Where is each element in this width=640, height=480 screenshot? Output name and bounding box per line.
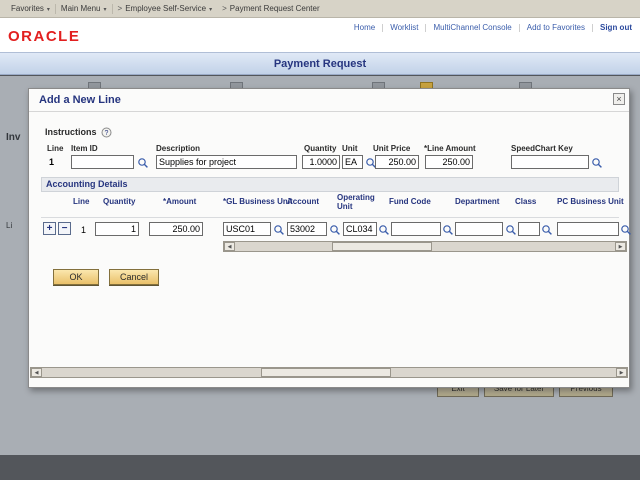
scroll-right-icon[interactable] — [615, 242, 626, 251]
col-quantity: Quantity — [103, 197, 136, 206]
row-department-field[interactable] — [455, 222, 503, 236]
department-lookup-icon[interactable] — [505, 223, 517, 235]
col-amount: *Amount — [163, 197, 197, 206]
speedchart-key-label: SpeedChart Key — [511, 144, 573, 153]
class-lookup-icon[interactable] — [541, 223, 553, 235]
description-label: Description — [156, 144, 201, 153]
background-partial-text: Inv — [6, 132, 21, 143]
worklist-link[interactable]: Worklist — [390, 23, 418, 32]
breadcrumb-separator — [118, 4, 123, 13]
row-operating-unit-field[interactable] — [343, 222, 377, 236]
link-divider — [592, 23, 593, 32]
line-label: Line — [47, 144, 64, 153]
accounting-details-header: Accounting Details — [41, 177, 619, 192]
item-id-label: Item ID — [71, 144, 98, 153]
modal-title-divider — [29, 111, 629, 112]
pc-business-unit-lookup-icon[interactable] — [620, 223, 632, 235]
operating-unit-lookup-icon[interactable] — [378, 223, 390, 235]
col-class: Class — [515, 197, 537, 206]
breadcrumb-favorites[interactable]: Favorites — [6, 4, 55, 13]
unit-label: Unit — [342, 144, 358, 153]
col-department: Department — [455, 197, 500, 206]
scroll-right-icon[interactable] — [616, 368, 627, 377]
speedchart-lookup-icon[interactable] — [591, 156, 603, 168]
row-class-field[interactable] — [518, 222, 540, 236]
breadcrumb-separator — [222, 4, 227, 13]
link-divider — [382, 23, 384, 32]
add-new-line-modal: Add a New Line × Instructions ? Line Ite… — [28, 88, 632, 388]
row-account-field[interactable] — [287, 222, 327, 236]
row-line-number: 1 — [81, 225, 87, 235]
page-title: Payment Request — [273, 58, 367, 70]
col-gl-business-unit: *GL Business Unit — [223, 197, 293, 206]
scroll-left-icon[interactable] — [224, 242, 235, 251]
breadcrumb-payment-request-center[interactable]: Payment Request Center — [217, 4, 325, 13]
breadcrumb-bar: Favorites Main Menu Employee Self-Servic… — [0, 0, 640, 18]
col-account: Account — [287, 197, 319, 206]
add-to-favorites-link[interactable]: Add to Favorites — [527, 23, 585, 32]
modal-title: Add a New Line — [39, 94, 121, 106]
row-amount-field[interactable] — [149, 222, 203, 236]
oracle-logo: ORACLE — [8, 28, 81, 45]
sign-out-link[interactable]: Sign out — [600, 23, 632, 32]
line-number-value: 1 — [49, 157, 55, 167]
quantity-field[interactable] — [302, 155, 340, 169]
grid-header-divider — [41, 217, 619, 218]
row-fund-code-field[interactable] — [391, 222, 441, 236]
breadcrumb-main-menu-label: Main Menu — [60, 4, 101, 13]
chevron-down-icon — [47, 4, 50, 13]
modal-horizontal-scrollbar[interactable] — [30, 367, 628, 378]
account-lookup-icon[interactable] — [329, 223, 341, 235]
row-quantity-field[interactable] — [95, 222, 139, 236]
row-gl-business-unit-field[interactable] — [223, 222, 271, 236]
chevron-down-icon — [209, 4, 212, 13]
breadcrumb-main-menu[interactable]: Main Menu — [56, 4, 112, 13]
scrollbar-thumb[interactable] — [261, 368, 391, 377]
link-divider — [518, 23, 520, 32]
remove-row-button[interactable]: − — [58, 222, 71, 235]
breadcrumb-favorites-label: Favorites — [11, 4, 44, 13]
multichannel-console-link[interactable]: MultiChannel Console — [433, 23, 511, 32]
description-field[interactable] — [156, 155, 297, 169]
speedchart-key-field[interactable] — [511, 155, 589, 169]
col-line: Line — [73, 197, 90, 206]
link-divider — [425, 23, 427, 32]
header-links: Home Worklist MultiChannel Console Add t… — [354, 23, 632, 32]
row-pc-business-unit-field[interactable] — [557, 222, 619, 236]
unit-field[interactable] — [342, 155, 363, 169]
ok-button[interactable]: OK — [53, 269, 99, 285]
unit-price-label: Unit Price — [373, 144, 411, 153]
chevron-down-icon — [104, 4, 107, 13]
breadcrumb-ess-label: Employee Self-Service — [125, 4, 207, 13]
home-link[interactable]: Home — [354, 23, 375, 32]
cancel-button[interactable]: Cancel — [109, 269, 159, 285]
col-pc-business-unit: PC Business Unit — [557, 197, 624, 206]
background-partial-text: Li — [6, 221, 13, 230]
scroll-left-icon[interactable] — [31, 368, 42, 377]
quantity-label: Quantity — [304, 144, 337, 153]
unit-price-field[interactable] — [375, 155, 419, 169]
line-amount-label: *Line Amount — [424, 144, 476, 153]
header-bar: ORACLE Home Worklist MultiChannel Consol… — [0, 18, 640, 52]
grid-horizontal-scrollbar[interactable] — [223, 241, 627, 252]
svg-text:?: ? — [105, 130, 109, 137]
instructions-label: Instructions — [45, 127, 97, 137]
breadcrumb-employee-self-service[interactable]: Employee Self-Service — [113, 4, 218, 13]
col-operating-unit: Operating Unit — [337, 193, 375, 211]
col-fund-code: Fund Code — [389, 197, 431, 206]
help-icon[interactable]: ? — [101, 125, 112, 143]
gl-business-unit-lookup-icon[interactable] — [273, 223, 285, 235]
breadcrumb-prc-label: Payment Request Center — [229, 4, 320, 13]
scrollbar-thumb[interactable] — [332, 242, 432, 251]
page-title-band: Payment Request — [0, 52, 640, 75]
item-id-field[interactable] — [71, 155, 134, 169]
close-icon[interactable]: × — [613, 93, 625, 105]
item-id-lookup-icon[interactable] — [137, 156, 149, 168]
fund-code-lookup-icon[interactable] — [442, 223, 454, 235]
add-row-button[interactable]: + — [43, 222, 56, 235]
line-amount-field[interactable] — [425, 155, 473, 169]
